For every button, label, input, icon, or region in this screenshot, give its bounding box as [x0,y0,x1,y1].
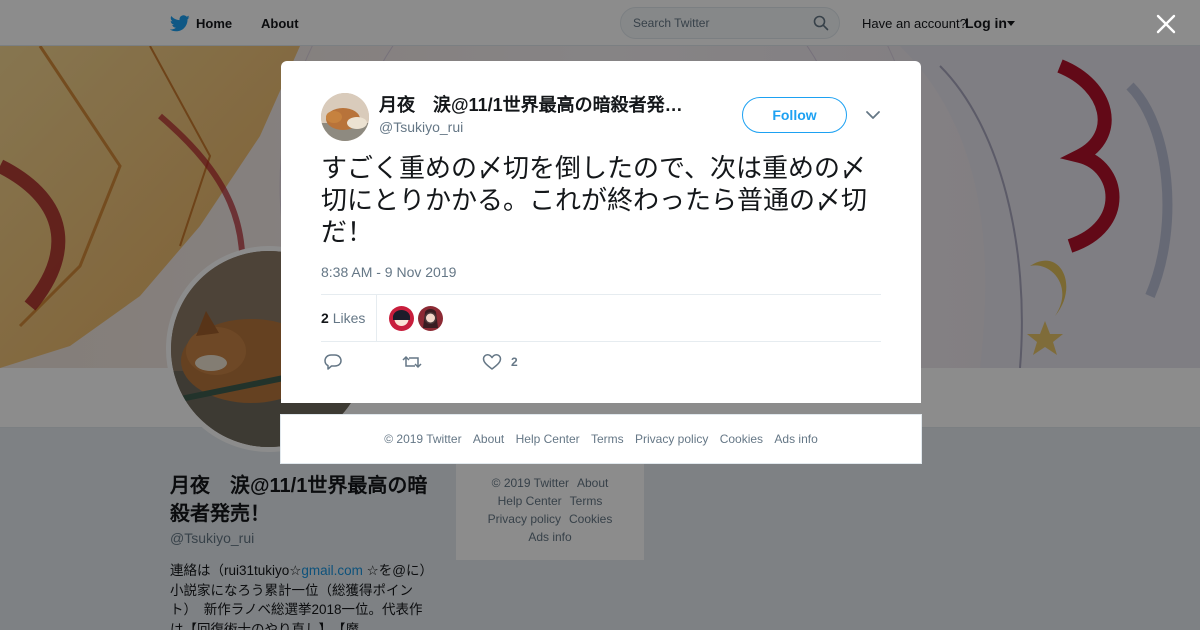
heart-icon[interactable] [482,353,502,371]
like-action-count: 2 [511,355,518,369]
reply-icon[interactable] [323,353,343,371]
tweet-author-avatar[interactable] [321,93,369,141]
liker-avatar-image [389,306,414,331]
modal-footer-privacy-link[interactable]: Privacy policy [635,432,708,446]
stats-divider [376,295,377,341]
fox-avatar-image [321,93,369,141]
modal-footer-terms-link[interactable]: Terms [591,432,624,446]
liker-avatar[interactable] [389,306,414,331]
tweet-modal: 月夜 涙@11/1世界最高の暗殺者発… @Tsukiyo_rui Follow … [281,61,921,403]
tweet-text: すごく重めの〆切を倒したので、次は重めの〆切にとりかかる。これが終わったら普通の… [321,154,868,248]
likes-count: 2 [321,310,329,326]
likes-label: Likes [332,310,366,326]
retweet-icon[interactable] [402,353,422,371]
modal-footer-about-link[interactable]: About [473,432,504,446]
tweet-author-handle[interactable]: @Tsukiyo_rui [379,119,463,135]
follow-button[interactable]: Follow [742,97,847,133]
likes-stat[interactable]: 2 Likes [321,310,365,326]
tweet-stats: 2 Likes [321,294,881,342]
tweet-author-name[interactable]: 月夜 涙@11/1世界最高の暗殺者発… [379,94,699,116]
liker-avatar[interactable] [418,306,443,331]
tweet-actions: 2 [321,351,881,375]
tweet-timestamp[interactable]: 8:38 AM - 9 Nov 2019 [321,264,456,280]
modal-footer-help-link[interactable]: Help Center [516,432,580,446]
chevron-down-icon[interactable] [865,109,881,121]
modal-footer: © 2019 Twitter About Help Center Terms P… [280,414,922,464]
modal-footer-cookies-link[interactable]: Cookies [720,432,763,446]
close-icon[interactable] [1155,13,1177,35]
modal-footer-ads-link[interactable]: Ads info [774,432,817,446]
modal-footer-copyright: © 2019 Twitter [384,432,462,446]
liker-avatar-image [418,306,443,331]
